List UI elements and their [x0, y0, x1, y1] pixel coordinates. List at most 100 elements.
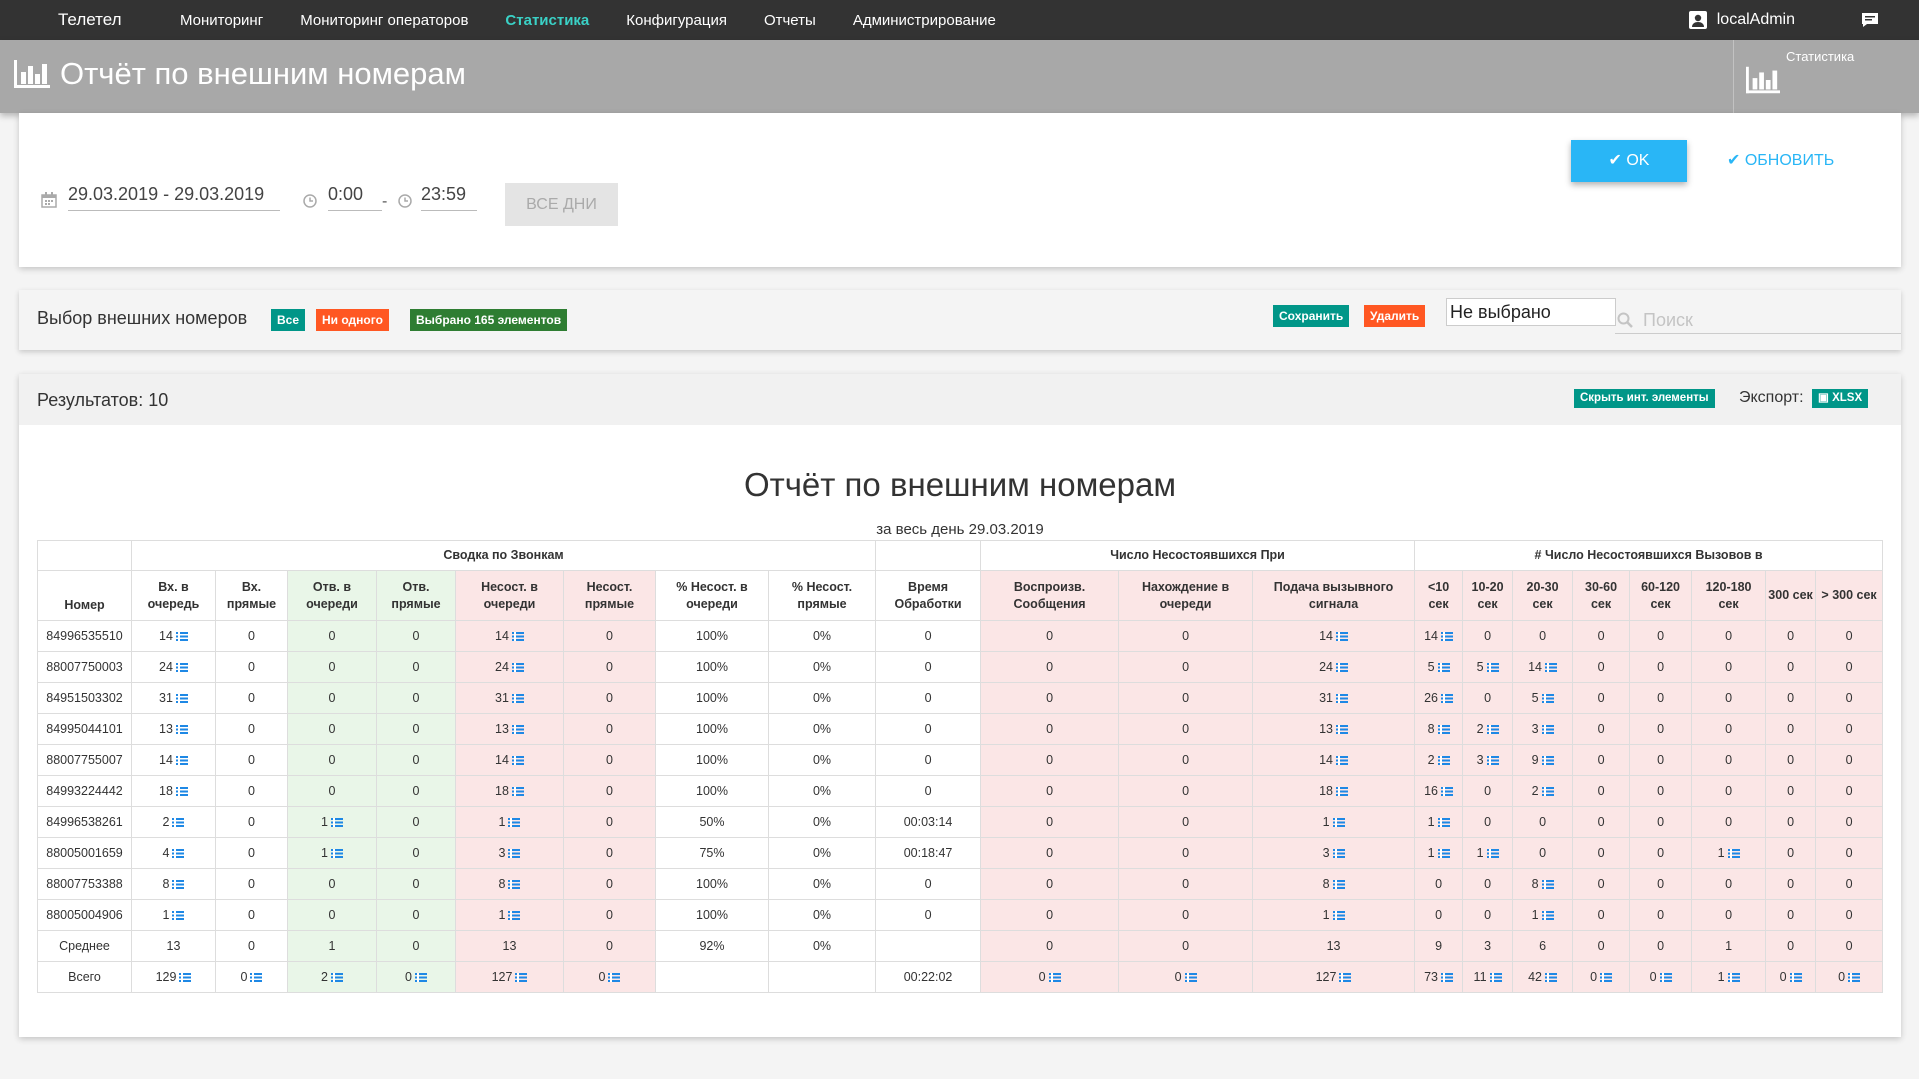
ok-button[interactable]: ✔ OK: [1571, 140, 1687, 182]
list-details-icon[interactable]: [1437, 663, 1450, 672]
nav-item-reports[interactable]: Отчеты: [764, 12, 816, 29]
list-details-icon[interactable]: [1545, 663, 1557, 672]
list-details-icon[interactable]: [1184, 973, 1197, 982]
cell-value: 0%: [812, 846, 832, 860]
list-details-icon[interactable]: [175, 694, 188, 703]
list-details-icon[interactable]: [172, 818, 185, 827]
list-details-icon[interactable]: [515, 973, 528, 982]
list-details-icon[interactable]: [1336, 787, 1348, 796]
list-details-icon[interactable]: [1336, 725, 1348, 734]
list-details-icon[interactable]: [1441, 973, 1453, 982]
user-icon[interactable]: [1688, 11, 1707, 29]
list-details-icon[interactable]: [330, 973, 343, 982]
select-none-button[interactable]: Ни одного: [316, 309, 389, 331]
select-all-button[interactable]: Все: [271, 309, 306, 331]
list-details-icon[interactable]: [1336, 663, 1348, 672]
search-input[interactable]: Поиск: [1643, 310, 1693, 331]
list-details-icon[interactable]: [1441, 632, 1453, 641]
list-details-icon[interactable]: [414, 973, 427, 982]
list-details-icon[interactable]: [1489, 973, 1502, 982]
nav-item-configuration[interactable]: Конфигурация: [626, 12, 727, 29]
list-details-icon[interactable]: [330, 849, 343, 858]
export-xlsx-button[interactable]: ▣ XLSX: [1812, 389, 1869, 408]
list-details-icon[interactable]: [1541, 725, 1554, 734]
list-details-icon[interactable]: [511, 694, 524, 703]
list-details-icon[interactable]: [1048, 973, 1061, 982]
list-details-icon[interactable]: [1600, 973, 1613, 982]
list-details-icon[interactable]: [1332, 818, 1345, 827]
list-details-icon[interactable]: [1486, 849, 1499, 858]
list-details-icon[interactable]: [1437, 725, 1450, 734]
list-details-icon[interactable]: [1437, 818, 1450, 827]
list-details-icon[interactable]: [1336, 756, 1348, 765]
list-details-icon[interactable]: [175, 725, 188, 734]
list-details-icon[interactable]: [1336, 632, 1348, 641]
cell-value: 1: [1717, 846, 1725, 860]
list-details-icon[interactable]: [175, 787, 188, 796]
nav-item-monitoring[interactable]: Мониторинг: [180, 12, 263, 29]
all-days-button[interactable]: ВСЕ ДНИ: [505, 183, 618, 226]
cell-value: 11: [1473, 970, 1487, 984]
list-details-icon[interactable]: [1441, 694, 1453, 703]
nav-item-statistics[interactable]: Статистика: [505, 12, 589, 29]
list-details-icon[interactable]: [511, 663, 524, 672]
list-details-icon[interactable]: [175, 756, 188, 765]
list-details-icon[interactable]: [508, 911, 521, 920]
list-details-icon[interactable]: [1437, 849, 1450, 858]
list-details-icon[interactable]: [508, 818, 521, 827]
list-details-icon[interactable]: [511, 725, 524, 734]
list-details-icon[interactable]: [1541, 787, 1554, 796]
list-details-icon[interactable]: [1336, 694, 1348, 703]
list-details-icon[interactable]: [1339, 973, 1352, 982]
list-details-icon[interactable]: [175, 632, 188, 641]
list-details-icon[interactable]: [1541, 911, 1554, 920]
save-button[interactable]: Сохранить: [1273, 305, 1350, 327]
date-range-input[interactable]: 29.03.2019 - 29.03.2019: [68, 179, 280, 211]
user-name[interactable]: localAdmin: [1717, 11, 1795, 29]
search-field[interactable]: Поиск: [1615, 304, 1901, 334]
list-details-icon[interactable]: [1541, 756, 1554, 765]
time-from-input[interactable]: 0:00: [328, 179, 382, 211]
list-details-icon[interactable]: [330, 818, 343, 827]
list-details-icon[interactable]: [179, 973, 192, 982]
list-details-icon[interactable]: [1848, 973, 1861, 982]
list-details-icon[interactable]: [1486, 725, 1499, 734]
list-details-icon[interactable]: [1727, 849, 1740, 858]
list-details-icon[interactable]: [511, 787, 524, 796]
selected-count-badge[interactable]: Выбрано 165 элементов: [410, 309, 568, 331]
delete-button[interactable]: Удалить: [1364, 305, 1426, 327]
list-details-icon[interactable]: [1332, 911, 1345, 920]
time-to-input[interactable]: 23:59: [421, 179, 477, 211]
list-details-icon[interactable]: [508, 849, 521, 858]
list-details-icon[interactable]: [1541, 694, 1554, 703]
list-details-icon[interactable]: [608, 973, 621, 982]
list-details-icon[interactable]: [1486, 756, 1499, 765]
chat-icon[interactable]: [1861, 12, 1879, 28]
hide-elements-button[interactable]: Скрыть инт. элементы: [1574, 389, 1715, 408]
list-details-icon[interactable]: [172, 911, 185, 920]
list-details-icon[interactable]: [1486, 663, 1499, 672]
brand-name[interactable]: Телетел: [58, 10, 180, 30]
list-details-icon[interactable]: [511, 632, 524, 641]
list-details-icon[interactable]: [1789, 973, 1802, 982]
preset-select[interactable]: Не выбрано: [1446, 298, 1616, 326]
refresh-button[interactable]: ✔ ОБНОВИТЬ: [1727, 140, 1834, 182]
statistics-shortcut[interactable]: Статистика: [1733, 40, 1919, 113]
list-details-icon[interactable]: [1541, 880, 1554, 889]
list-details-icon[interactable]: [175, 663, 188, 672]
nav-item-administration[interactable]: Администрирование: [853, 12, 996, 29]
list-details-icon[interactable]: [1437, 756, 1450, 765]
list-details-icon[interactable]: [1332, 880, 1345, 889]
list-details-icon[interactable]: [172, 849, 185, 858]
list-details-icon[interactable]: [1332, 849, 1345, 858]
list-details-icon[interactable]: [508, 880, 521, 889]
table-group-header: # Число Несостоявшихся Вызовов в: [1414, 540, 1884, 571]
list-details-icon[interactable]: [1545, 973, 1557, 982]
list-details-icon[interactable]: [1441, 787, 1453, 796]
list-details-icon[interactable]: [1659, 973, 1672, 982]
list-details-icon[interactable]: [172, 880, 185, 889]
list-details-icon[interactable]: [250, 973, 263, 982]
list-details-icon[interactable]: [1727, 973, 1740, 982]
nav-item-operator-monitoring[interactable]: Мониторинг операторов: [300, 12, 468, 29]
list-details-icon[interactable]: [511, 756, 524, 765]
